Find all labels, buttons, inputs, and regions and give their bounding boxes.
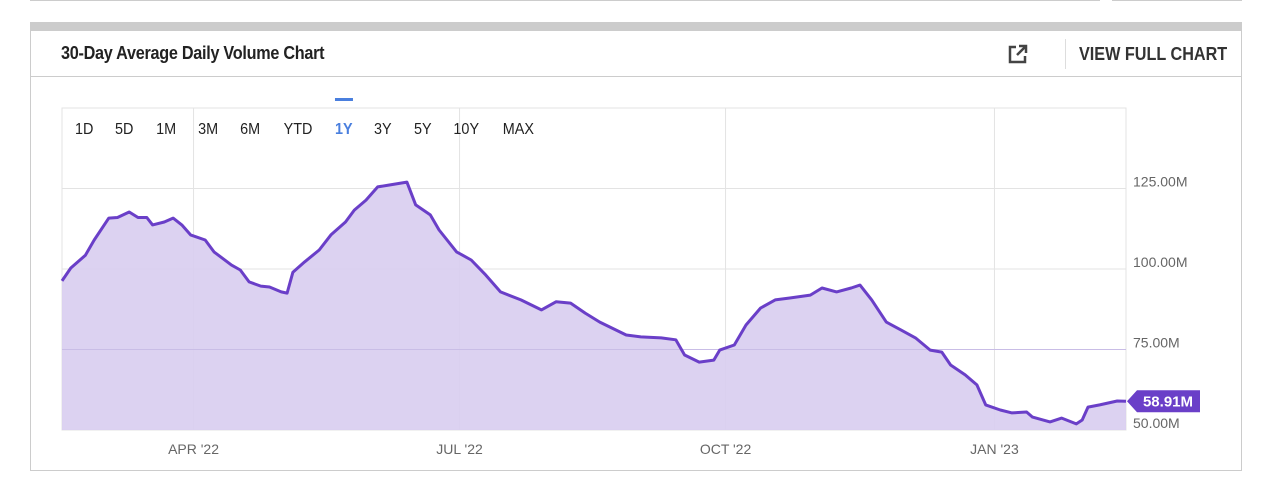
y-tick-label: 75.00M bbox=[1133, 335, 1180, 351]
range-1m-button[interactable]: 1M bbox=[156, 121, 176, 139]
range-5y-button[interactable]: 5Y bbox=[414, 121, 432, 139]
range-3m-button[interactable]: 3M bbox=[198, 121, 218, 139]
x-tick-label: OCT '22 bbox=[700, 441, 752, 457]
range-3y-button[interactable]: 3Y bbox=[374, 121, 392, 139]
volume-chart: 125.00M 100.00M 75.00M 50.00M APR '22 JUL '22… bbox=[60, 107, 1200, 457]
x-tick-label: APR '22 bbox=[168, 441, 219, 457]
y-tick-label: 50.00M bbox=[1133, 415, 1180, 431]
y-tick-label: 125.00M bbox=[1133, 174, 1187, 190]
range-1y-button[interactable]: 1Y bbox=[334, 98, 352, 139]
range-5d-button[interactable]: 5D bbox=[115, 121, 133, 139]
range-ytd-button[interactable]: YTD bbox=[283, 121, 312, 139]
range-max-button[interactable]: MAX bbox=[503, 121, 534, 139]
range-6m-button[interactable]: 6M bbox=[240, 121, 260, 139]
range-1d-button[interactable]: 1D bbox=[75, 121, 93, 139]
x-tick-label: JAN '23 bbox=[970, 441, 1019, 457]
x-tick-label: JUL '22 bbox=[436, 441, 483, 457]
time-range-selector: 1D 5D 1M 3M 6M YTD 1Y 3Y 5Y 10Y MAX bbox=[62, 98, 543, 152]
y-tick-label: 100.00M bbox=[1133, 254, 1187, 270]
area-fill bbox=[62, 182, 1126, 430]
range-10y-button[interactable]: 10Y bbox=[454, 121, 480, 139]
last-value-label: 58.91M bbox=[1143, 393, 1193, 410]
